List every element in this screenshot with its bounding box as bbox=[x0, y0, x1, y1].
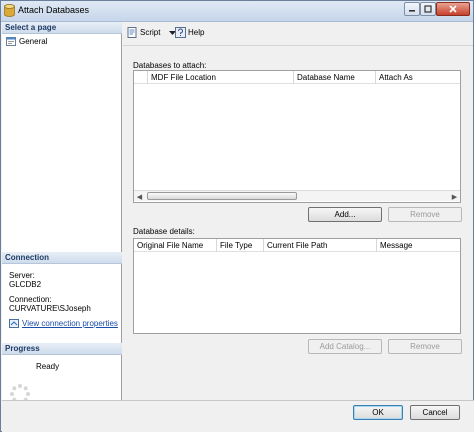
view-connection-link-text[interactable]: View connection properties bbox=[22, 319, 118, 328]
scroll-right-icon[interactable]: ▶ bbox=[449, 192, 460, 201]
add-button[interactable]: Add... bbox=[308, 207, 382, 222]
page-icon bbox=[6, 37, 16, 46]
remove-details-button[interactable]: Remove bbox=[388, 339, 462, 354]
remove-attach-button[interactable]: Remove bbox=[388, 207, 462, 222]
maximize-icon bbox=[424, 5, 432, 13]
column-header[interactable]: Original File Name bbox=[134, 239, 217, 252]
view-connection-properties-link[interactable]: View connection properties bbox=[9, 319, 118, 328]
ok-button[interactable]: OK bbox=[353, 405, 403, 420]
window-title: Attach Databases bbox=[18, 5, 90, 15]
grid-header: Original File Name File Type Current Fil… bbox=[134, 239, 460, 252]
close-button[interactable] bbox=[436, 2, 470, 16]
server-value: GLCDB2 bbox=[9, 280, 42, 289]
databases-to-attach-label: Databases to attach: bbox=[133, 61, 207, 70]
title-bar[interactable]: Attach Databases bbox=[1, 1, 473, 22]
grid-header: MDF File Location Database Name Attach A… bbox=[134, 71, 460, 84]
script-icon bbox=[127, 27, 137, 38]
minimize-button[interactable] bbox=[404, 2, 420, 16]
progress-status: Ready bbox=[36, 362, 60, 371]
dialog-footer: OK Cancel bbox=[2, 400, 474, 432]
column-header[interactable]: MDF File Location bbox=[148, 71, 294, 84]
page-item-label: General bbox=[19, 37, 48, 46]
row-selector-header bbox=[134, 71, 148, 84]
select-page-header: Select a page bbox=[2, 22, 122, 34]
help-label: Help bbox=[188, 28, 205, 37]
column-header[interactable]: Current File Path bbox=[264, 239, 377, 252]
script-label: Script bbox=[140, 28, 161, 37]
close-icon bbox=[449, 5, 457, 13]
add-catalog-button[interactable]: Add Catalog... bbox=[308, 339, 382, 354]
column-header[interactable]: Database Name bbox=[294, 71, 376, 84]
connection-header: Connection bbox=[2, 252, 122, 264]
maximize-button[interactable] bbox=[420, 2, 436, 16]
help-icon bbox=[175, 27, 186, 38]
attach-databases-dialog: Attach Databases Select a page General C… bbox=[0, 0, 474, 432]
horizontal-scrollbar[interactable]: ◀ ▶ bbox=[134, 190, 460, 201]
cancel-button[interactable]: Cancel bbox=[410, 405, 460, 420]
databases-to-attach-grid[interactable]: MDF File Location Database Name Attach A… bbox=[133, 70, 461, 203]
column-header[interactable]: Message bbox=[377, 239, 460, 252]
scroll-thumb[interactable] bbox=[147, 192, 297, 200]
connection-label: Connection: bbox=[9, 295, 52, 304]
column-header[interactable]: Attach As bbox=[376, 71, 460, 84]
scroll-left-icon[interactable]: ◀ bbox=[134, 192, 145, 201]
database-details-grid[interactable]: Original File Name File Type Current Fil… bbox=[133, 238, 461, 334]
general-page: Script Help Databases to attach: MDF Fil… bbox=[123, 22, 473, 400]
database-icon bbox=[4, 4, 15, 17]
progress-header: Progress bbox=[2, 343, 122, 355]
toolbar: Script Help bbox=[123, 22, 473, 46]
connection-icon bbox=[9, 319, 19, 328]
minimize-icon bbox=[409, 10, 415, 12]
connection-value: CURVATURE\SJoseph bbox=[9, 304, 91, 313]
database-details-label: Database details: bbox=[133, 227, 195, 236]
server-label: Server: bbox=[9, 271, 35, 280]
script-button[interactable]: Script bbox=[127, 27, 177, 38]
column-header[interactable]: File Type bbox=[217, 239, 264, 252]
page-item-general[interactable]: General bbox=[6, 37, 47, 46]
left-pane: Select a page General Connection Server:… bbox=[2, 22, 122, 404]
help-button[interactable]: Help bbox=[175, 27, 204, 38]
